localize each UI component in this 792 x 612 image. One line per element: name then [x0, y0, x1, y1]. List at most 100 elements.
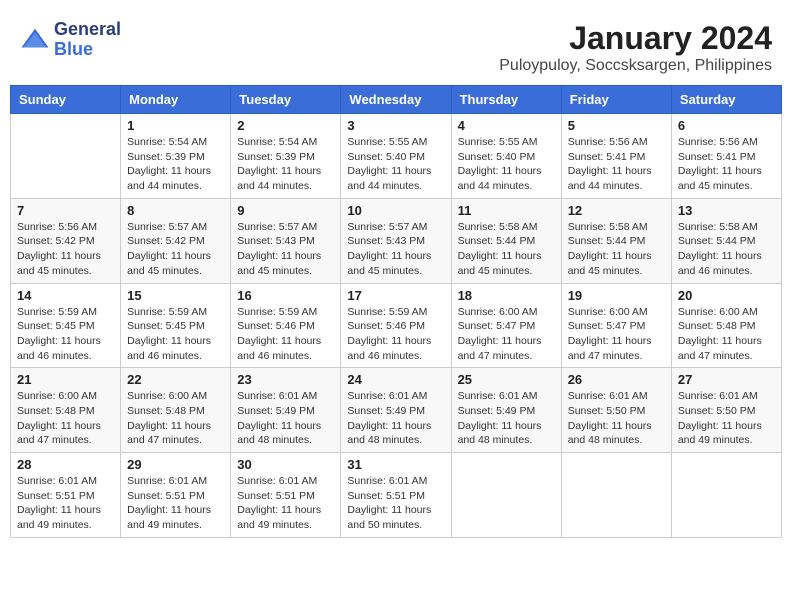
sunrise-text: Sunrise: 6:00 AM — [568, 306, 648, 318]
calendar-cell: 7 Sunrise: 5:56 AM Sunset: 5:42 PM Dayli… — [11, 198, 121, 283]
day-number: 9 — [237, 203, 334, 218]
sunset-text: Sunset: 5:39 PM — [237, 151, 315, 163]
day-number: 3 — [347, 118, 444, 133]
calendar-day-header: Friday — [561, 86, 671, 114]
sunrise-text: Sunrise: 5:56 AM — [678, 136, 758, 148]
day-info: Sunrise: 6:01 AM Sunset: 5:51 PM Dayligh… — [237, 474, 334, 533]
calendar-day-header: Wednesday — [341, 86, 451, 114]
page-subtitle: Puloypuloy, Soccsksargen, Philippines — [499, 57, 772, 75]
day-number: 15 — [127, 288, 224, 303]
daylight-text: Daylight: 11 hours and 46 minutes. — [347, 335, 431, 362]
daylight-text: Daylight: 11 hours and 45 minutes. — [17, 250, 101, 277]
day-info: Sunrise: 6:01 AM Sunset: 5:50 PM Dayligh… — [568, 389, 665, 448]
calendar-week-row: 28 Sunrise: 6:01 AM Sunset: 5:51 PM Dayl… — [11, 453, 782, 538]
day-info: Sunrise: 6:01 AM Sunset: 5:50 PM Dayligh… — [678, 389, 775, 448]
day-info: Sunrise: 6:01 AM Sunset: 5:49 PM Dayligh… — [237, 389, 334, 448]
calendar-cell: 18 Sunrise: 6:00 AM Sunset: 5:47 PM Dayl… — [451, 283, 561, 368]
day-info: Sunrise: 5:56 AM Sunset: 5:41 PM Dayligh… — [678, 135, 775, 194]
day-info: Sunrise: 5:59 AM Sunset: 5:45 PM Dayligh… — [17, 305, 114, 364]
day-number: 20 — [678, 288, 775, 303]
day-info: Sunrise: 5:59 AM Sunset: 5:46 PM Dayligh… — [237, 305, 334, 364]
calendar-day-header: Monday — [121, 86, 231, 114]
calendar-cell: 20 Sunrise: 6:00 AM Sunset: 5:48 PM Dayl… — [671, 283, 781, 368]
sunset-text: Sunset: 5:51 PM — [237, 490, 315, 502]
sunset-text: Sunset: 5:47 PM — [458, 320, 536, 332]
calendar-cell: 25 Sunrise: 6:01 AM Sunset: 5:49 PM Dayl… — [451, 368, 561, 453]
sunrise-text: Sunrise: 5:58 AM — [678, 221, 758, 233]
calendar-cell: 30 Sunrise: 6:01 AM Sunset: 5:51 PM Dayl… — [231, 453, 341, 538]
day-number: 2 — [237, 118, 334, 133]
sunrise-text: Sunrise: 6:01 AM — [127, 475, 207, 487]
calendar-cell: 14 Sunrise: 5:59 AM Sunset: 5:45 PM Dayl… — [11, 283, 121, 368]
daylight-text: Daylight: 11 hours and 49 minutes. — [237, 504, 321, 531]
sunrise-text: Sunrise: 6:01 AM — [17, 475, 97, 487]
daylight-text: Daylight: 11 hours and 46 minutes. — [678, 250, 762, 277]
day-number: 25 — [458, 372, 555, 387]
sunrise-text: Sunrise: 5:55 AM — [347, 136, 427, 148]
day-number: 10 — [347, 203, 444, 218]
sunset-text: Sunset: 5:40 PM — [458, 151, 536, 163]
calendar-cell: 4 Sunrise: 5:55 AM Sunset: 5:40 PM Dayli… — [451, 114, 561, 199]
daylight-text: Daylight: 11 hours and 48 minutes. — [347, 420, 431, 447]
calendar-cell: 12 Sunrise: 5:58 AM Sunset: 5:44 PM Dayl… — [561, 198, 671, 283]
day-number: 30 — [237, 457, 334, 472]
calendar-cell: 8 Sunrise: 5:57 AM Sunset: 5:42 PM Dayli… — [121, 198, 231, 283]
calendar-day-header: Saturday — [671, 86, 781, 114]
calendar-cell: 28 Sunrise: 6:01 AM Sunset: 5:51 PM Dayl… — [11, 453, 121, 538]
calendar-cell: 5 Sunrise: 5:56 AM Sunset: 5:41 PM Dayli… — [561, 114, 671, 199]
daylight-text: Daylight: 11 hours and 49 minutes. — [127, 504, 211, 531]
sunset-text: Sunset: 5:43 PM — [347, 235, 425, 247]
calendar-cell: 21 Sunrise: 6:00 AM Sunset: 5:48 PM Dayl… — [11, 368, 121, 453]
sunrise-text: Sunrise: 5:59 AM — [347, 306, 427, 318]
sunset-text: Sunset: 5:41 PM — [678, 151, 756, 163]
daylight-text: Daylight: 11 hours and 47 minutes. — [458, 335, 542, 362]
sunset-text: Sunset: 5:48 PM — [127, 405, 205, 417]
day-number: 17 — [347, 288, 444, 303]
calendar-cell — [671, 453, 781, 538]
day-info: Sunrise: 5:54 AM Sunset: 5:39 PM Dayligh… — [127, 135, 224, 194]
sunset-text: Sunset: 5:39 PM — [127, 151, 205, 163]
sunrise-text: Sunrise: 6:01 AM — [347, 390, 427, 402]
sunrise-text: Sunrise: 5:59 AM — [237, 306, 317, 318]
sunrise-text: Sunrise: 6:01 AM — [237, 475, 317, 487]
day-info: Sunrise: 5:57 AM Sunset: 5:43 PM Dayligh… — [347, 220, 444, 279]
day-number: 24 — [347, 372, 444, 387]
calendar-cell: 6 Sunrise: 5:56 AM Sunset: 5:41 PM Dayli… — [671, 114, 781, 199]
day-info: Sunrise: 6:00 AM Sunset: 5:48 PM Dayligh… — [127, 389, 224, 448]
day-info: Sunrise: 6:00 AM Sunset: 5:47 PM Dayligh… — [458, 305, 555, 364]
day-info: Sunrise: 5:59 AM Sunset: 5:45 PM Dayligh… — [127, 305, 224, 364]
logo: General Blue — [20, 20, 121, 60]
daylight-text: Daylight: 11 hours and 44 minutes. — [237, 165, 321, 192]
daylight-text: Daylight: 11 hours and 49 minutes. — [678, 420, 762, 447]
day-info: Sunrise: 5:56 AM Sunset: 5:41 PM Dayligh… — [568, 135, 665, 194]
sunrise-text: Sunrise: 6:01 AM — [568, 390, 648, 402]
daylight-text: Daylight: 11 hours and 46 minutes. — [127, 335, 211, 362]
day-info: Sunrise: 5:58 AM Sunset: 5:44 PM Dayligh… — [568, 220, 665, 279]
logo-icon — [20, 25, 50, 55]
daylight-text: Daylight: 11 hours and 46 minutes. — [237, 335, 321, 362]
daylight-text: Daylight: 11 hours and 44 minutes. — [458, 165, 542, 192]
day-info: Sunrise: 5:55 AM Sunset: 5:40 PM Dayligh… — [347, 135, 444, 194]
day-info: Sunrise: 6:01 AM Sunset: 5:49 PM Dayligh… — [458, 389, 555, 448]
logo-text: General Blue — [54, 20, 121, 60]
daylight-text: Daylight: 11 hours and 45 minutes. — [127, 250, 211, 277]
day-info: Sunrise: 5:54 AM Sunset: 5:39 PM Dayligh… — [237, 135, 334, 194]
title-area: January 2024 Puloypuloy, Soccsksargen, P… — [499, 20, 772, 75]
day-number: 13 — [678, 203, 775, 218]
sunset-text: Sunset: 5:50 PM — [568, 405, 646, 417]
sunset-text: Sunset: 5:51 PM — [17, 490, 95, 502]
sunset-text: Sunset: 5:48 PM — [678, 320, 756, 332]
day-number: 1 — [127, 118, 224, 133]
daylight-text: Daylight: 11 hours and 47 minutes. — [17, 420, 101, 447]
calendar-cell: 13 Sunrise: 5:58 AM Sunset: 5:44 PM Dayl… — [671, 198, 781, 283]
sunrise-text: Sunrise: 5:54 AM — [237, 136, 317, 148]
calendar-cell: 24 Sunrise: 6:01 AM Sunset: 5:49 PM Dayl… — [341, 368, 451, 453]
sunrise-text: Sunrise: 6:00 AM — [127, 390, 207, 402]
calendar-cell: 10 Sunrise: 5:57 AM Sunset: 5:43 PM Dayl… — [341, 198, 451, 283]
calendar-cell — [451, 453, 561, 538]
day-info: Sunrise: 5:55 AM Sunset: 5:40 PM Dayligh… — [458, 135, 555, 194]
sunrise-text: Sunrise: 5:56 AM — [568, 136, 648, 148]
daylight-text: Daylight: 11 hours and 47 minutes. — [127, 420, 211, 447]
page-title: January 2024 — [499, 20, 772, 57]
calendar-cell: 1 Sunrise: 5:54 AM Sunset: 5:39 PM Dayli… — [121, 114, 231, 199]
